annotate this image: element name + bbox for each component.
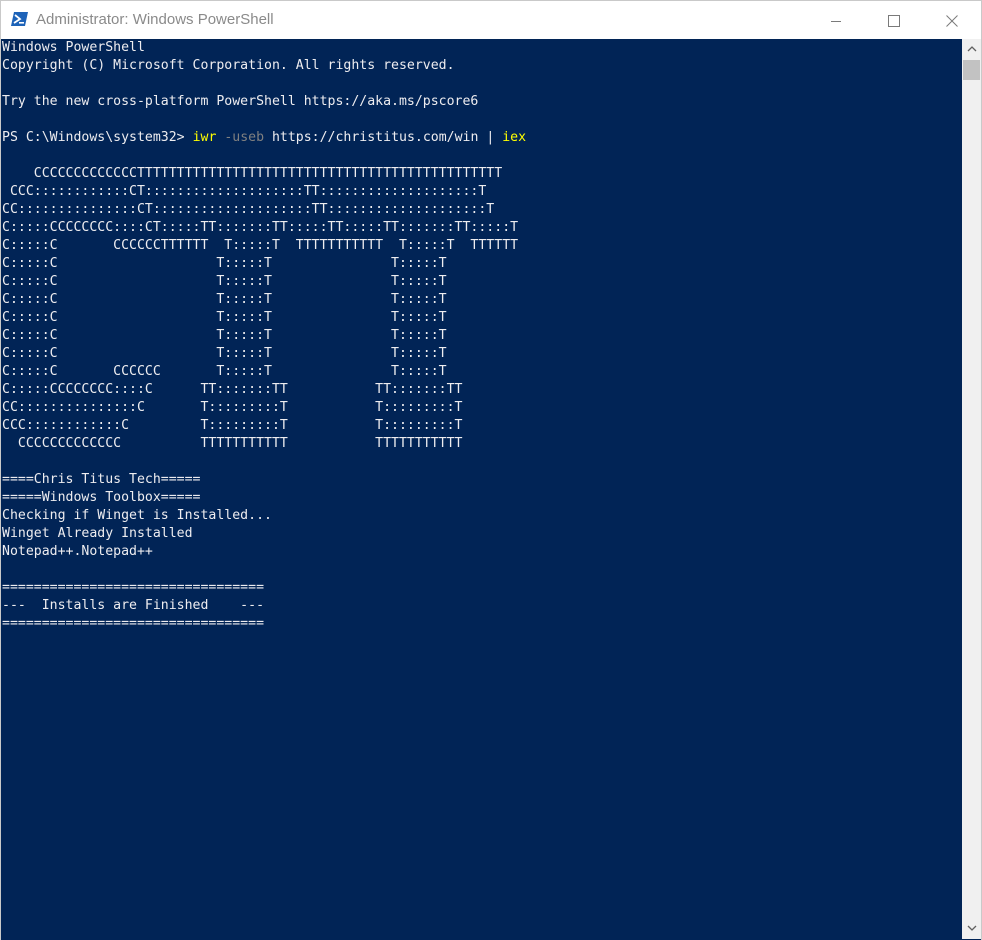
banner-line: C:::::C T:::::T T:::::T xyxy=(2,328,447,343)
powershell-window: Administrator: Windows PowerShell Window… xyxy=(0,0,982,940)
output-line: =====Windows Toolbox===== xyxy=(2,490,201,505)
output-line: Checking if Winget is Installed... xyxy=(2,508,272,523)
powershell-icon[interactable] xyxy=(11,11,29,27)
banner-line: C:::::C CCCCCCTTTTTT T:::::T TTTTTTTTTTT… xyxy=(2,238,519,253)
command-iex: iex xyxy=(502,130,527,145)
banner-line: C:::::C T:::::T T:::::T xyxy=(2,292,447,307)
banner-line: CC:::::::::::::::C T:::::::::T T::::::::… xyxy=(2,400,463,415)
chevron-up-icon xyxy=(967,39,977,57)
output-line: ================================= xyxy=(2,616,265,631)
scroll-up-button[interactable] xyxy=(962,39,981,56)
maximize-icon xyxy=(888,14,900,27)
output-line: ====Chris Titus Tech===== xyxy=(2,472,201,487)
console-line: Copyright (C) Microsoft Corporation. All… xyxy=(2,58,455,73)
scrollbar-thumb[interactable] xyxy=(963,60,980,80)
banner-line: C:::::CCCCCCCC::::C TT:::::::TT TT::::::… xyxy=(2,382,463,397)
banner-line: CCCCCCCCCCCCC TTTTTTTTTTT TTTTTTTTTTT xyxy=(2,436,463,451)
window-title: Administrator: Windows PowerShell xyxy=(36,11,274,28)
minimize-icon xyxy=(830,15,842,27)
banner-line: C:::::CCCCCCCC::::CT:::::TT:::::::TT::::… xyxy=(2,220,519,235)
minimize-button[interactable] xyxy=(807,1,865,40)
title-bar[interactable]: Administrator: Windows PowerShell xyxy=(1,0,981,39)
console-output[interactable]: Windows PowerShell Copyright (C) Microso… xyxy=(1,39,961,939)
vertical-scrollbar[interactable] xyxy=(962,39,981,939)
banner-line: CCC::::::::::::CT::::::::::::::::::::TT:… xyxy=(2,184,487,199)
banner-line: C:::::C CCCCCC T:::::T T:::::T xyxy=(2,364,447,379)
command-iwr: iwr xyxy=(192,130,217,145)
banner-line: C:::::C T:::::T T:::::T xyxy=(2,256,447,271)
close-icon xyxy=(946,14,958,27)
banner-line: CCC::::::::::::C T:::::::::T T:::::::::T xyxy=(2,418,463,433)
chevron-down-icon xyxy=(967,919,977,937)
prompt-path: PS C:\Windows\system32> xyxy=(2,130,193,145)
output-line: --- Installs are Finished --- xyxy=(2,598,265,613)
output-line: Winget Already Installed xyxy=(2,526,193,541)
command-url: https://christitus.com/win | xyxy=(264,130,503,145)
command-parameter: -useb xyxy=(216,130,265,145)
output-line: Notepad++.Notepad++ xyxy=(2,544,153,559)
banner-line: CCCCCCCCCCCCCTTTTTTTTTTTTTTTTTTTTTTTTTTT… xyxy=(2,166,503,181)
console-line: Windows PowerShell xyxy=(2,40,145,55)
close-button[interactable] xyxy=(923,1,981,40)
banner-line: C:::::C T:::::T T:::::T xyxy=(2,310,447,325)
output-line: ================================= xyxy=(2,580,265,595)
banner-line: CC:::::::::::::::CT::::::::::::::::::::T… xyxy=(2,202,495,217)
scroll-down-button[interactable] xyxy=(962,919,981,936)
banner-line: C:::::C T:::::T T:::::T xyxy=(2,274,447,289)
prompt-line: PS C:\Windows\system32> iwr -useb https:… xyxy=(2,129,526,147)
console-line: Try the new cross-platform PowerShell ht… xyxy=(2,94,479,109)
banner-line: C:::::C T:::::T T:::::T xyxy=(2,346,447,361)
maximize-button[interactable] xyxy=(865,1,923,40)
